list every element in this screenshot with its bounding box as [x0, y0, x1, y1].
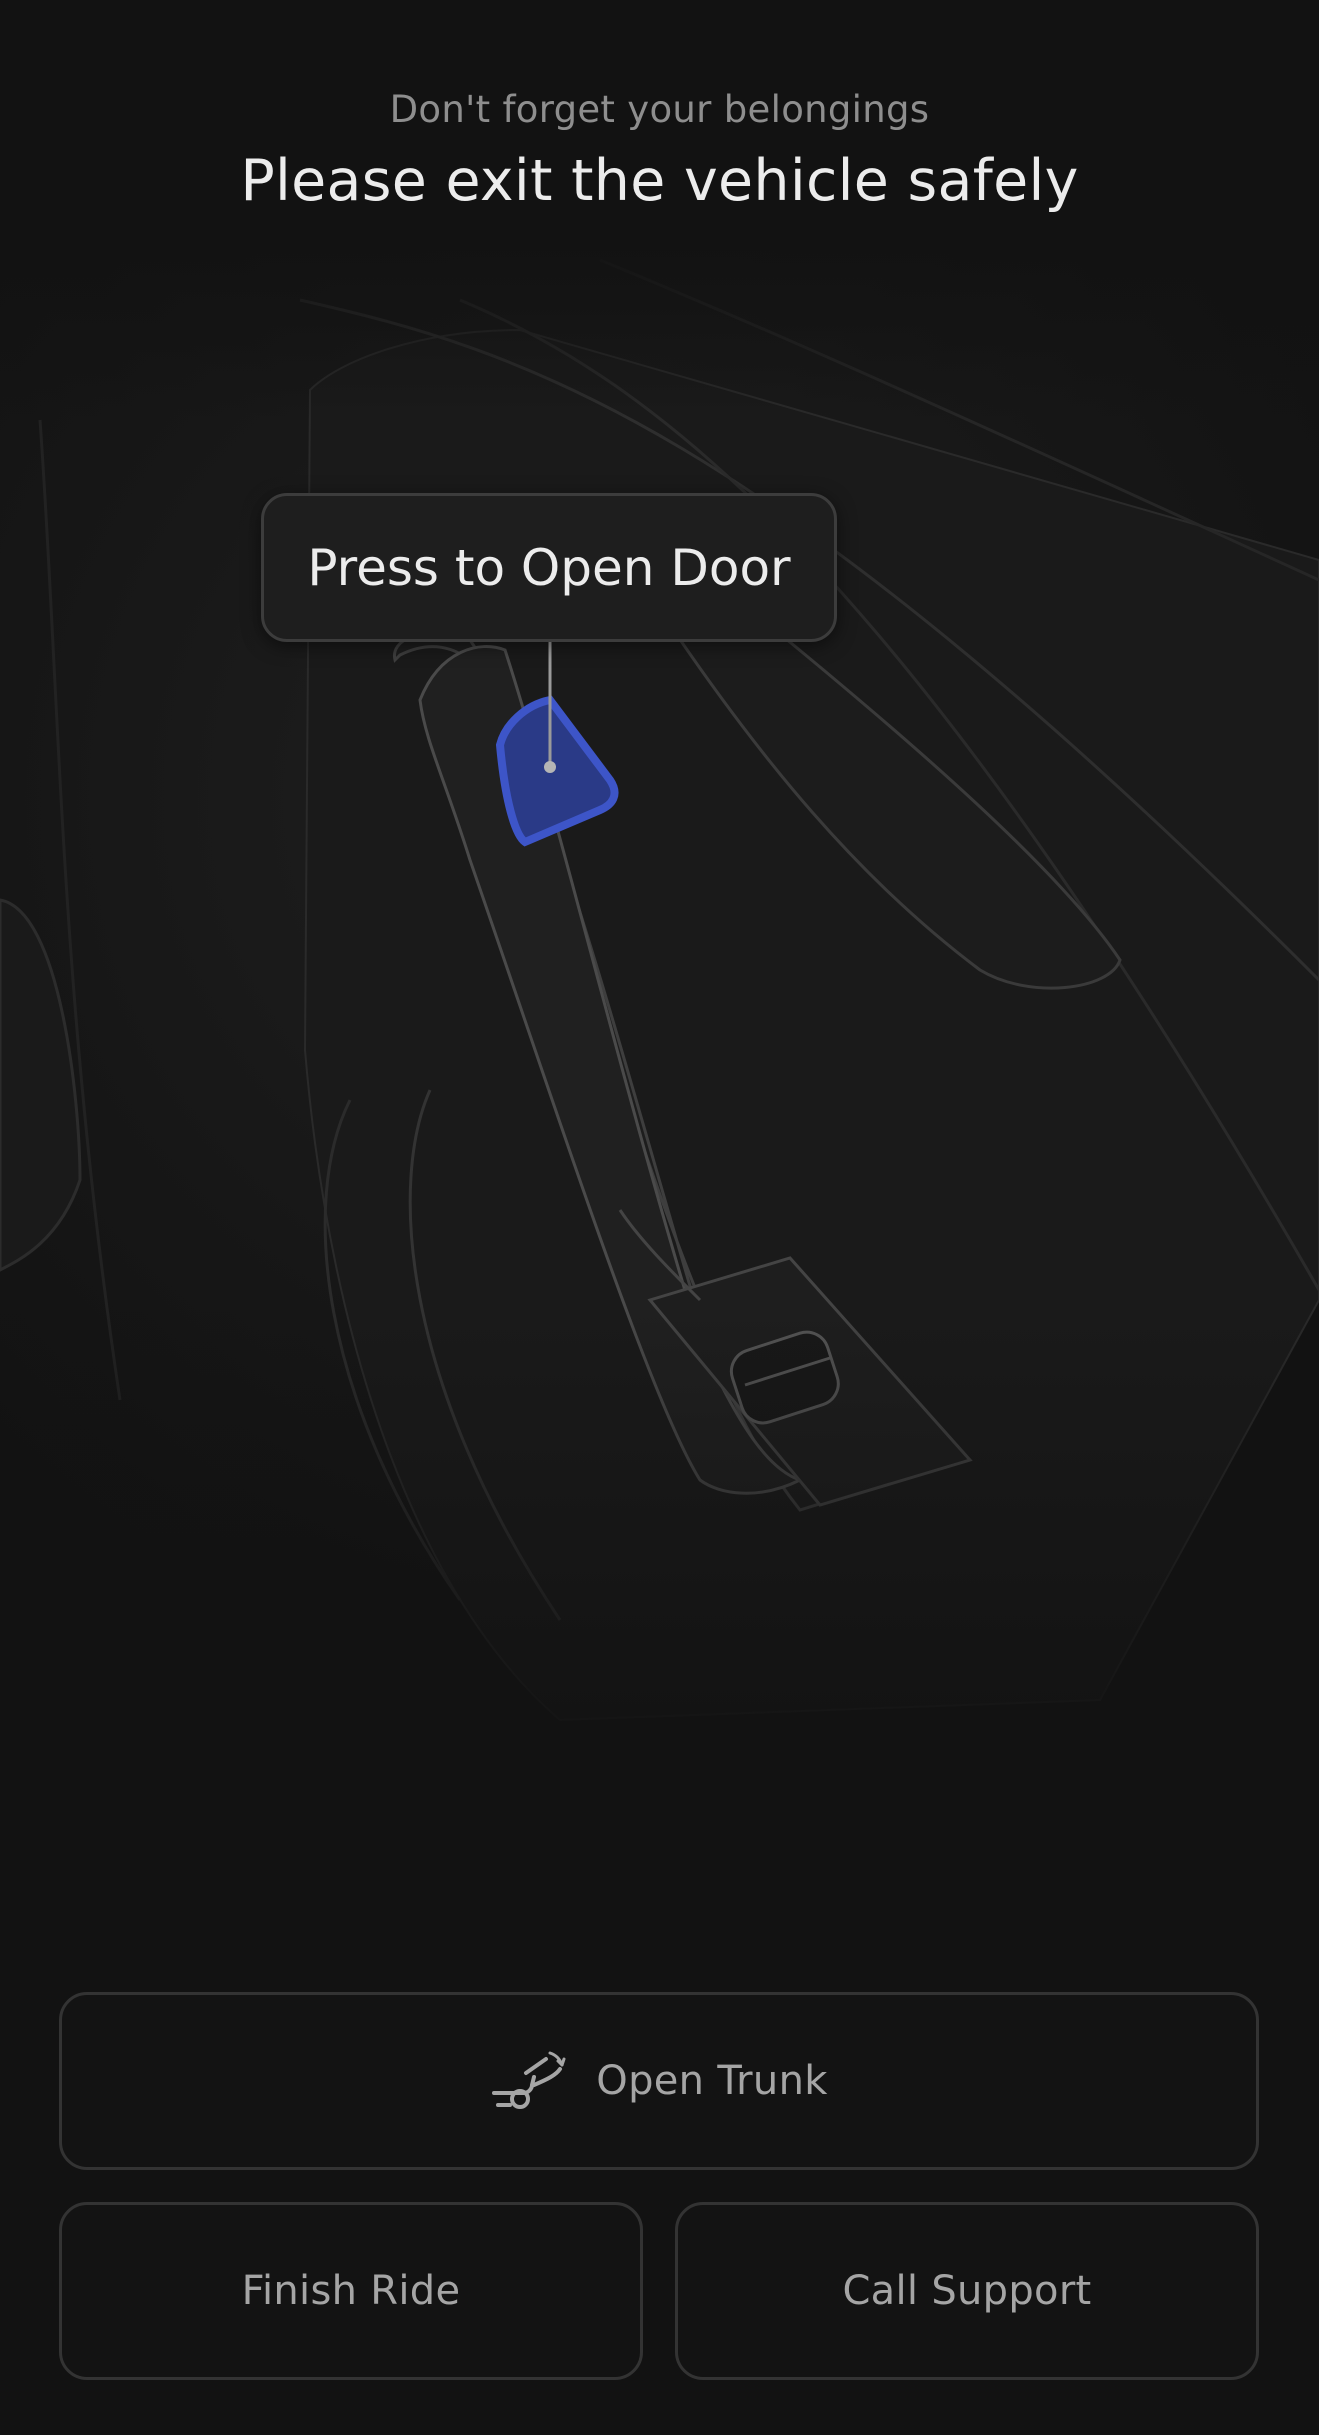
trunk-open-icon — [492, 2051, 566, 2109]
door-illustration — [0, 230, 1319, 1780]
open-door-callout[interactable]: Press to Open Door — [261, 493, 837, 642]
call-support-label: Call Support — [842, 2268, 1092, 2314]
page-title: Please exit the vehicle safely — [240, 148, 1079, 214]
finish-ride-label: Finish Ride — [241, 2268, 461, 2314]
subtitle: Don't forget your belongings — [389, 88, 930, 131]
finish-ride-button[interactable]: Finish Ride — [59, 2202, 643, 2380]
open-trunk-button[interactable]: Open Trunk — [59, 1992, 1259, 2170]
open-trunk-label: Open Trunk — [596, 2058, 828, 2104]
call-support-button[interactable]: Call Support — [675, 2202, 1259, 2380]
